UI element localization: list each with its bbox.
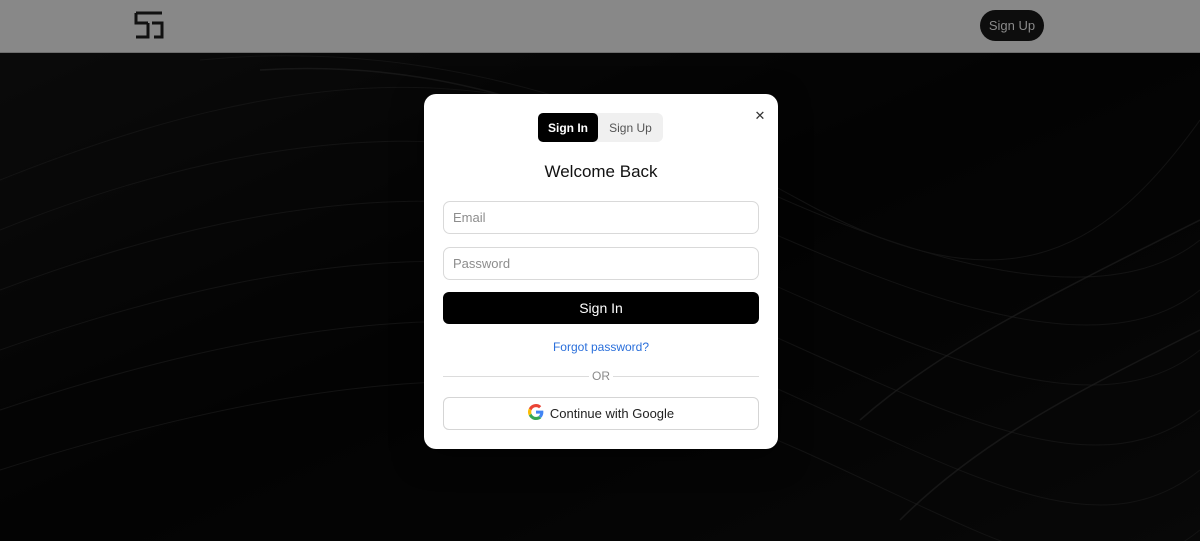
google-button-label: Continue with Google	[549, 406, 675, 421]
tab-sign-in[interactable]: Sign In	[538, 113, 598, 142]
close-icon[interactable]: ✕	[752, 108, 768, 124]
divider-line-right	[613, 376, 759, 377]
or-divider: OR	[443, 369, 759, 383]
email-input[interactable]	[443, 201, 759, 234]
sign-in-button[interactable]: Sign In	[443, 292, 759, 324]
top-header: Sign Up	[0, 0, 1200, 53]
auth-tabs: Sign In Sign Up	[538, 113, 663, 142]
forgot-password-link[interactable]: Forgot password?	[424, 340, 778, 354]
header-signup-button[interactable]: Sign Up	[980, 10, 1044, 41]
password-input[interactable]	[443, 247, 759, 280]
modal-title: Welcome Back	[544, 162, 658, 181]
tab-sign-up[interactable]: Sign Up	[598, 113, 663, 142]
google-icon	[527, 404, 544, 423]
auth-modal: ✕ Sign In Sign Up Welcome Back Sign In F…	[424, 94, 778, 449]
google-signin-button[interactable]: Continue with Google	[443, 397, 759, 430]
app-logo-icon[interactable]	[134, 11, 164, 39]
